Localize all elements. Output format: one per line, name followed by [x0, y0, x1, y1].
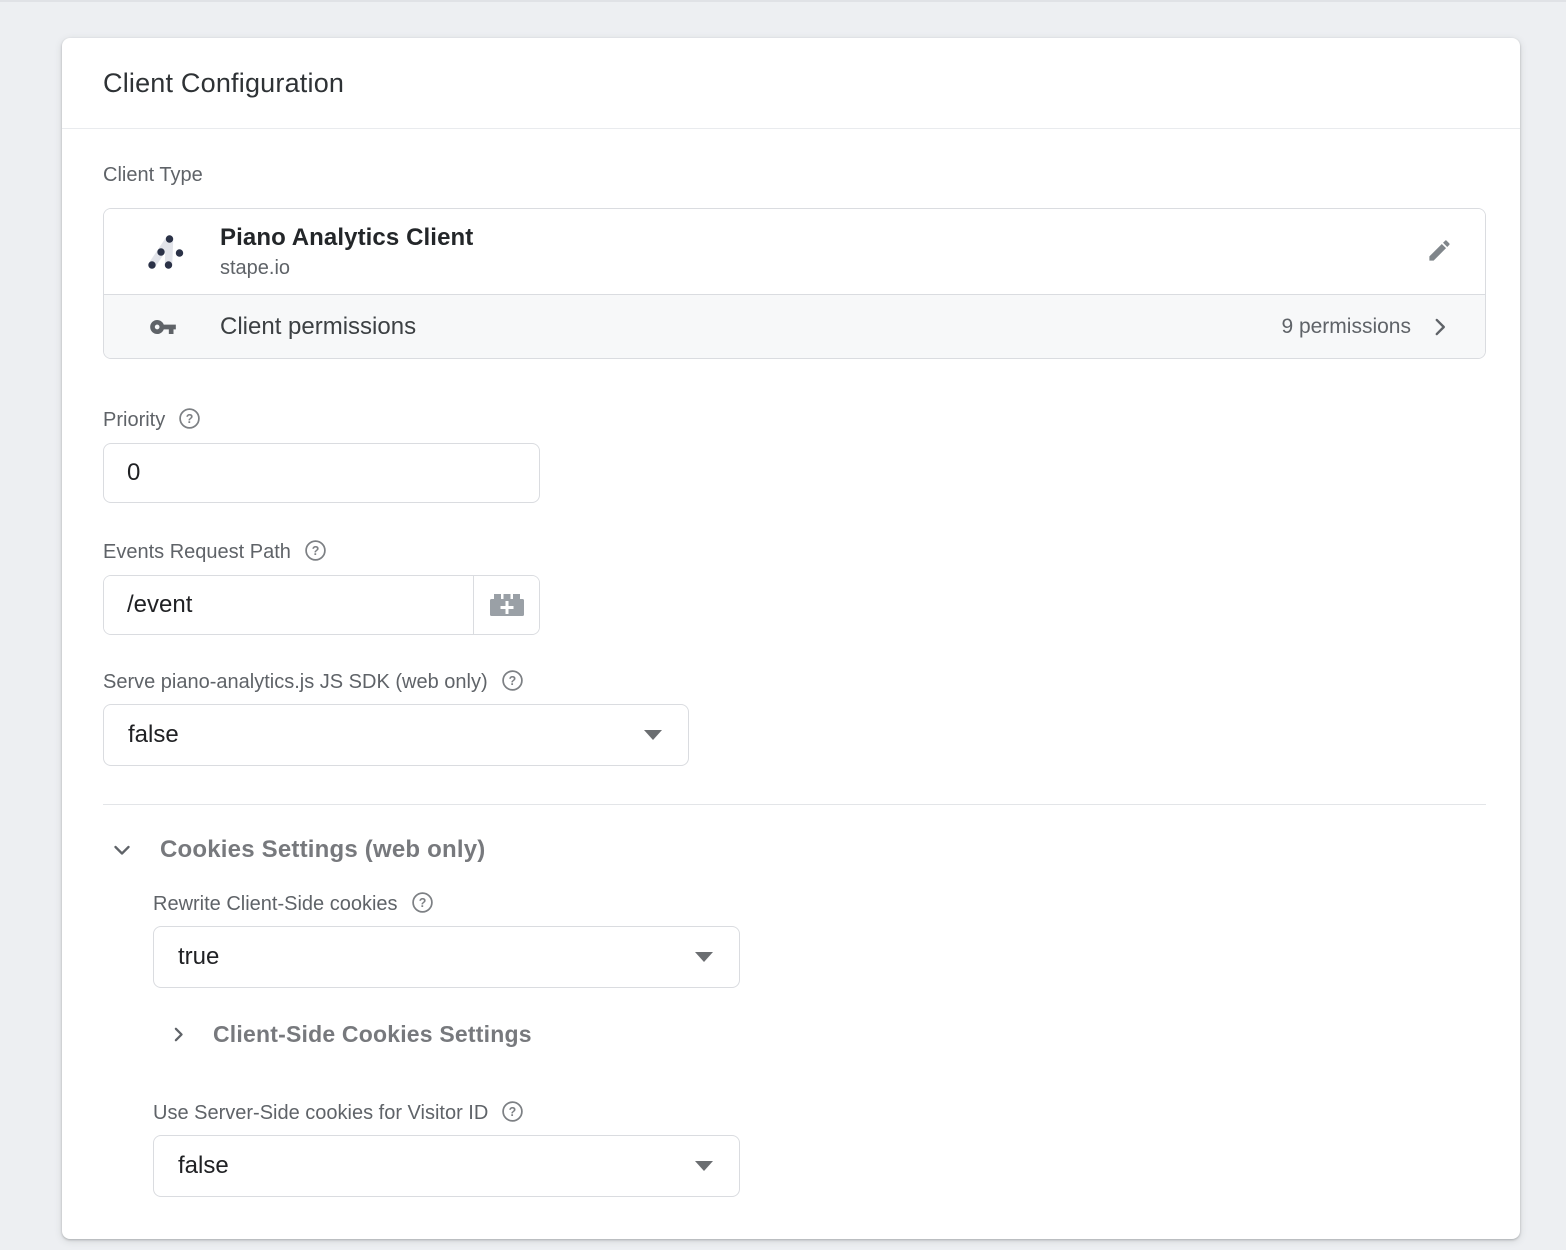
dropdown-arrow-icon	[644, 730, 662, 740]
cookies-settings-section-toggle[interactable]: Cookies Settings (web only)	[103, 836, 1486, 864]
serve-js-sdk-select[interactable]: false	[103, 704, 689, 766]
events-request-path-group	[103, 575, 540, 635]
chevron-right-icon	[1427, 314, 1453, 340]
help-icon: ?	[411, 891, 434, 917]
client-configuration-card: Client Configuration Client Type	[62, 38, 1520, 1239]
page-title: Client Configuration	[103, 68, 344, 99]
priority-help-button[interactable]: ?	[178, 407, 201, 433]
variable-brick-icon	[488, 589, 526, 621]
server-side-visitor-id-help-button[interactable]: ?	[501, 1100, 524, 1126]
client-type-label: Client Type	[103, 164, 1486, 187]
cookies-settings-content: Rewrite Client-Side cookies ? true	[103, 891, 1486, 1197]
svg-text:?: ?	[312, 544, 320, 558]
svg-text:?: ?	[418, 896, 426, 910]
help-icon: ?	[501, 669, 524, 695]
insert-variable-button[interactable]	[473, 576, 539, 634]
edit-client-type-button[interactable]	[1422, 233, 1457, 271]
cookies-settings-title: Cookies Settings (web only)	[160, 836, 485, 864]
priority-label-row: Priority ?	[103, 407, 1486, 433]
serve-js-sdk-value: false	[128, 721, 179, 749]
priority-input[interactable]	[103, 443, 540, 503]
client-type-text: Piano Analytics Client stape.io	[220, 224, 473, 280]
client-type-row: Piano Analytics Client stape.io	[104, 209, 1485, 294]
serve-js-sdk-help-button[interactable]: ?	[501, 669, 524, 695]
help-icon: ?	[178, 407, 201, 433]
client-type-name: Piano Analytics Client	[220, 224, 473, 252]
pencil-icon	[1426, 237, 1453, 267]
server-side-visitor-id-select[interactable]: false	[153, 1135, 740, 1197]
top-divider	[0, 0, 1566, 2]
client-type-vendor: stape.io	[220, 257, 473, 280]
svg-text:?: ?	[508, 674, 516, 688]
card-header: Client Configuration	[62, 38, 1520, 129]
client-side-cookies-settings-toggle[interactable]: Client-Side Cookies Settings	[153, 1021, 1486, 1048]
rewrite-cookies-value: true	[178, 943, 219, 971]
rewrite-cookies-label-row: Rewrite Client-Side cookies ?	[153, 891, 1486, 917]
server-side-visitor-id-value: false	[178, 1152, 229, 1180]
svg-text:?: ?	[186, 412, 194, 426]
server-side-visitor-id-label: Use Server-Side cookies for Visitor ID	[153, 1102, 488, 1125]
card-body: Client Type Piano Analytics Client	[62, 164, 1520, 1239]
events-request-path-label: Events Request Path	[103, 541, 291, 564]
serve-js-sdk-label-row: Serve piano-analytics.js JS SDK (web onl…	[103, 669, 1486, 695]
events-request-path-label-row: Events Request Path ?	[103, 539, 1486, 565]
svg-text:?: ?	[509, 1105, 517, 1119]
serve-js-sdk-label: Serve piano-analytics.js JS SDK (web onl…	[103, 671, 488, 694]
rewrite-cookies-help-button[interactable]: ?	[411, 891, 434, 917]
permissions-count: 9 permissions	[1281, 315, 1411, 339]
rewrite-cookies-label: Rewrite Client-Side cookies	[153, 893, 398, 916]
server-side-visitor-id-label-row: Use Server-Side cookies for Visitor ID ?	[153, 1100, 1486, 1126]
client-type-card: Piano Analytics Client stape.io	[103, 208, 1486, 359]
chevron-right-icon	[168, 1024, 189, 1045]
events-request-path-help-button[interactable]: ?	[304, 539, 327, 565]
dropdown-arrow-icon	[695, 952, 713, 962]
help-icon: ?	[304, 539, 327, 565]
section-divider	[103, 804, 1486, 805]
priority-label: Priority	[103, 409, 165, 432]
help-icon: ?	[501, 1100, 524, 1126]
key-icon	[149, 313, 177, 341]
chevron-down-icon	[110, 838, 134, 862]
rewrite-cookies-select[interactable]: true	[153, 926, 740, 988]
events-request-path-input[interactable]	[104, 576, 473, 634]
piano-analytics-logo-icon	[141, 228, 189, 276]
client-permissions-row[interactable]: Client permissions 9 permissions	[104, 294, 1485, 358]
client-side-cookies-settings-title: Client-Side Cookies Settings	[213, 1021, 532, 1048]
client-permissions-label: Client permissions	[220, 313, 416, 341]
dropdown-arrow-icon	[695, 1161, 713, 1171]
